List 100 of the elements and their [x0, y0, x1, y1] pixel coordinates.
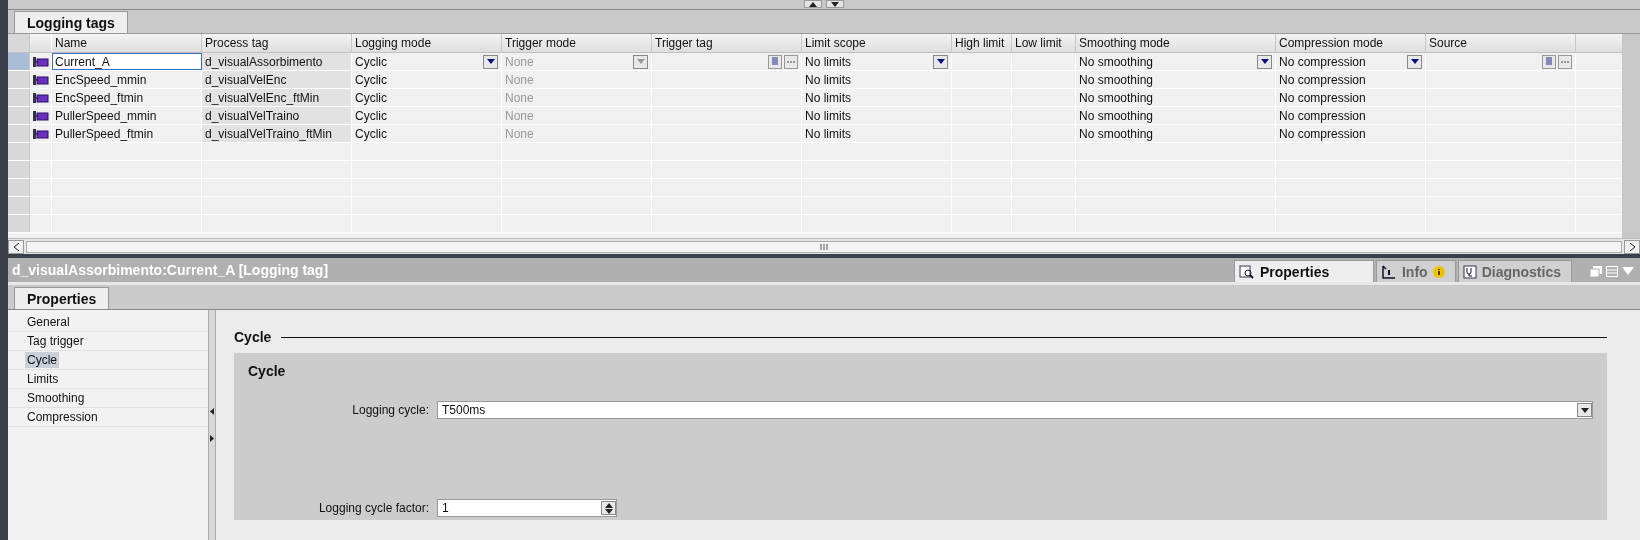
table-cell: Cyclic [352, 125, 502, 142]
scroll-left-button[interactable] [8, 239, 24, 254]
expand-right-icon[interactable] [210, 435, 214, 442]
inspector-tab[interactable]: Diagnostics [1457, 260, 1572, 282]
dropdown-field[interactable]: No smoothing [1076, 53, 1276, 70]
up-arrow-icon [604, 502, 613, 508]
column-header[interactable]: Trigger mode [502, 34, 652, 52]
column-header[interactable]: Smoothing mode [1076, 34, 1276, 52]
dropdown-field[interactable]: T500ms [437, 401, 1593, 419]
name-field[interactable]: Current_A [52, 53, 202, 70]
nav-item[interactable]: Cycle [25, 352, 59, 368]
group-title: Cycle [248, 363, 287, 379]
column-header[interactable]: Low limit [1012, 34, 1076, 52]
column-header[interactable]: Trigger tag [652, 34, 802, 52]
editor-tab[interactable]: Logging tags [14, 11, 128, 33]
inspector-tab[interactable]: Properties [1234, 260, 1374, 282]
collapse-left-icon[interactable] [210, 408, 214, 415]
table-cell: d_visualVelEnc [202, 71, 352, 88]
nav-item[interactable]: Compression [25, 409, 100, 425]
tag-icon [32, 73, 49, 86]
table-cell: No smoothing [1076, 107, 1276, 124]
table-cell: d_visualAssorbimento [202, 53, 352, 70]
down-button[interactable] [826, 0, 844, 8]
properties-tab[interactable]: Properties [14, 287, 110, 309]
table-cell: No limits [802, 71, 952, 88]
table-cell: Cyclic [352, 71, 502, 88]
caret-icon [1260, 59, 1269, 64]
column-header[interactable]: Logging mode [352, 34, 502, 52]
table-cell: d_visualVelEnc_ftMin [202, 89, 352, 106]
caret-icon [486, 59, 495, 64]
dropdown-button[interactable] [1577, 403, 1592, 417]
info-badge-icon [1432, 265, 1445, 278]
table-cell: d_visualVelTraino_ftMin [202, 125, 352, 142]
ellipsis-icon [1561, 60, 1569, 63]
table-cell: No smoothing [1076, 89, 1276, 106]
dropdown-button[interactable] [483, 54, 498, 69]
dropdown-button[interactable] [1257, 54, 1272, 69]
table-cell: Cyclic [352, 107, 502, 124]
caret-icon [831, 1, 839, 7]
table-cell: No compression [1276, 89, 1426, 106]
table-cell: No compression [1276, 71, 1426, 88]
table-cell: d_visualVelTraino [202, 107, 352, 124]
caret-icon [1410, 59, 1419, 64]
table-cell: No smoothing [1076, 125, 1276, 142]
caret-icon [936, 59, 945, 64]
grip-icon [820, 243, 828, 250]
nav-item[interactable]: Smoothing [25, 390, 87, 406]
scroll-thumb[interactable] [26, 240, 1622, 253]
right-chevron-icon [1629, 242, 1635, 251]
list-icon [1545, 57, 1553, 66]
caret-icon [636, 59, 645, 64]
table-cell: Cyclic [352, 89, 502, 106]
list-button[interactable] [768, 54, 782, 69]
table-cell: None [502, 89, 652, 106]
restore-icon[interactable] [1590, 265, 1602, 277]
left-chevron-icon [13, 242, 19, 251]
column-header[interactable]: Process tag [202, 34, 352, 52]
table-cell: No smoothing [1076, 71, 1276, 88]
nav-item[interactable]: Limits [25, 371, 61, 387]
up-arrow-icon [809, 1, 817, 7]
dropdown-field[interactable]: No limits [802, 53, 952, 70]
browse-button[interactable] [784, 54, 798, 69]
caret-icon[interactable] [1622, 267, 1634, 275]
caret-icon [1580, 407, 1589, 413]
browse-button[interactable] [1558, 54, 1572, 69]
dropdown-field[interactable]: No compression [1276, 53, 1426, 70]
column-header[interactable]: High limit [952, 34, 1012, 52]
inspector-tab[interactable]: Info [1376, 260, 1456, 282]
spin-buttons[interactable] [601, 501, 616, 515]
scroll-right-button[interactable] [1624, 239, 1640, 254]
tag-icon [32, 91, 49, 104]
column-header[interactable]: Name [52, 34, 202, 52]
table-cell: No limits [802, 89, 952, 106]
spinner-field[interactable]: 1 [437, 499, 617, 517]
table-cell: No compression [1276, 107, 1426, 124]
panel-menu-icon[interactable] [1606, 265, 1618, 277]
table-cell: None [502, 107, 652, 124]
ellipsis-icon [787, 60, 795, 63]
nav-item[interactable]: General [25, 314, 72, 330]
tag-icon [32, 127, 49, 140]
dropdown-field[interactable]: Cyclic [352, 53, 502, 70]
nav-item[interactable]: Tag trigger [25, 333, 86, 349]
column-header[interactable]: Source [1426, 34, 1576, 52]
stethoscope-icon [1462, 264, 1477, 279]
dropdown-button[interactable] [933, 54, 948, 69]
up-button[interactable] [804, 0, 822, 8]
caret-icon [604, 508, 613, 514]
info-arrows-icon [1381, 264, 1397, 279]
tag-icon [32, 109, 49, 122]
list-icon [771, 57, 779, 66]
table-cell: No limits [802, 125, 952, 142]
dropdown-button[interactable] [1407, 54, 1422, 69]
inspector-title: d_visualAssorbimento:Current_A [Logging tag] [12, 262, 329, 278]
table-cell: No compression [1276, 125, 1426, 142]
field-label: Logging cycle factor: [317, 501, 430, 515]
column-header[interactable]: Limit scope [802, 34, 952, 52]
column-header[interactable]: Compression mode [1276, 34, 1426, 52]
tag-icon [32, 55, 49, 68]
list-button[interactable] [1542, 54, 1556, 69]
section-title: Cycle [234, 329, 272, 345]
